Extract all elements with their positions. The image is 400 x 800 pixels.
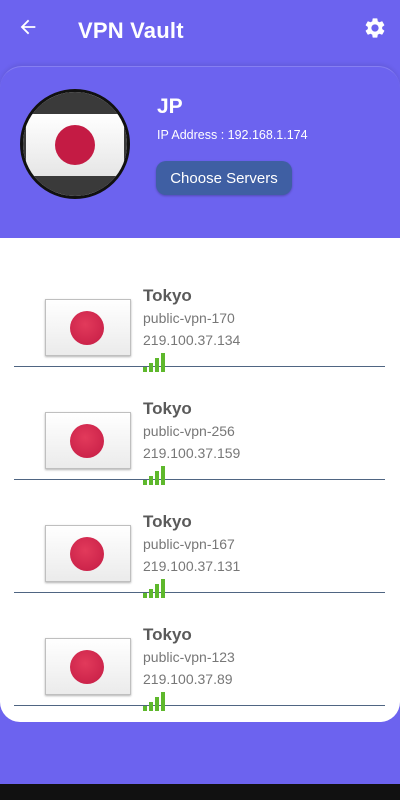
server-ip: 219.100.37.159 <box>143 445 241 461</box>
app-title: VPN Vault <box>78 18 184 43</box>
server-hostname: public-vpn-167 <box>143 536 235 552</box>
signal-strength-icon <box>143 691 169 711</box>
server-ip: 219.100.37.131 <box>143 558 241 574</box>
ip-address-label: IP Address : 192.168.1.174 <box>157 128 308 142</box>
arrow-left-icon <box>20 19 36 35</box>
server-city: Tokyo <box>143 625 192 644</box>
system-navigation-bar <box>0 784 400 800</box>
server-city: Tokyo <box>143 399 192 418</box>
server-hostname: public-vpn-123 <box>143 649 235 665</box>
server-list-item[interactable]: Tokyo public-vpn-170 219.100.37.134 <box>14 254 385 372</box>
app-bar: VPN Vault <box>0 0 400 62</box>
server-city: Tokyo <box>143 286 192 305</box>
server-list-item[interactable]: Tokyo public-vpn-167 219.100.37.131 <box>14 480 385 598</box>
server-list-item[interactable]: Tokyo public-vpn-123 219.100.37.89 <box>14 593 385 711</box>
japan-flag-icon <box>45 638 131 695</box>
server-ip: 219.100.37.89 <box>143 671 233 687</box>
country-code: JP <box>157 95 183 118</box>
server-list: Tokyo public-vpn-170 219.100.37.134 Toky… <box>0 238 400 722</box>
server-ip: 219.100.37.134 <box>143 332 241 348</box>
back-button[interactable] <box>14 13 42 41</box>
japan-flag-icon <box>20 89 130 199</box>
japan-flag-icon <box>45 299 131 356</box>
server-hostname: public-vpn-256 <box>143 423 235 439</box>
current-server-card: JP IP Address : 192.168.1.174 Choose Ser… <box>0 66 400 239</box>
japan-flag-icon <box>45 525 131 582</box>
gear-icon <box>365 18 385 38</box>
settings-button[interactable] <box>362 15 388 41</box>
japan-flag-icon <box>45 412 131 469</box>
server-list-item[interactable]: Tokyo public-vpn-256 219.100.37.159 <box>14 367 385 485</box>
choose-servers-button[interactable]: Choose Servers <box>156 161 292 195</box>
server-city: Tokyo <box>143 512 192 531</box>
server-hostname: public-vpn-170 <box>143 310 235 326</box>
